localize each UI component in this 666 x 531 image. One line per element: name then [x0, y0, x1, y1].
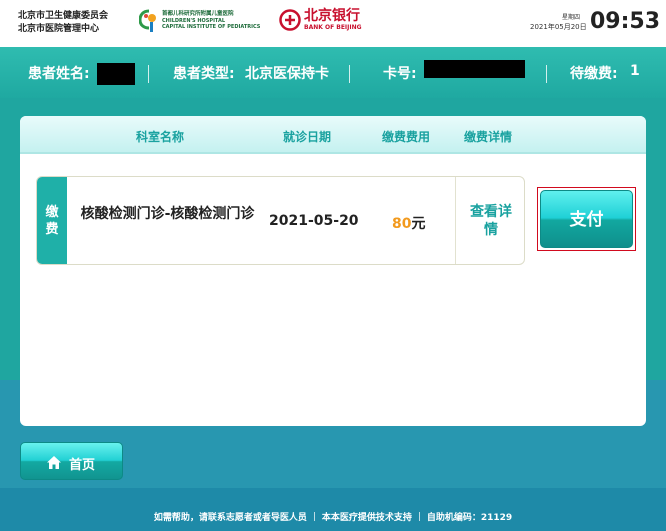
patient-info-bar: 患者姓名: 患者类型: 北京医保持卡 卡号: 待缴费: 1 — [0, 47, 666, 98]
clock-time: 09:53 — [590, 9, 661, 34]
payment-tag-label: 缴费 — [45, 205, 59, 237]
top-header: 北京市卫生健康委员会 北京市医院管理中心 首都儿科研究所附属儿童医院 CHILD… — [0, 0, 666, 47]
fee-number: 80 — [392, 216, 412, 232]
row-divider — [455, 177, 456, 264]
table-header: 科室名称 就诊日期 缴费费用 缴费详情 — [20, 116, 646, 154]
department-name: 核酸检测门诊-核酸检测门诊 — [80, 206, 255, 222]
footer-help: 如需帮助，请联系志愿者或者导医人员 — [153, 513, 307, 523]
footer-bar: 如需帮助，请联系志愿者或者导医人员 本本医疗提供技术支持 自助机编码：21129 — [0, 510, 666, 523]
weekday-label: 星期四 — [562, 14, 581, 21]
organization-name: 北京市卫生健康委员会 北京市医院管理中心 — [18, 10, 108, 36]
pay-button[interactable]: 支付 — [540, 190, 633, 248]
info-separator — [349, 65, 350, 83]
hospital-name: 首都儿科研究所附属儿童医院 CHILDREN'S HOSPITAL CAPITA… — [162, 11, 260, 31]
org-line-2: 北京市医院管理中心 — [18, 24, 100, 34]
org-line-1: 北京市卫生健康委员会 — [18, 11, 109, 21]
date-label: 2021年05月20日 — [530, 23, 587, 31]
patient-type-value: 北京医保持卡 — [245, 66, 329, 82]
fee-amount: 80元 — [392, 213, 425, 233]
hospital-logo-icon — [139, 9, 156, 32]
patient-type-label: 患者类型: — [173, 66, 235, 82]
visit-date: 2021-05-20 — [269, 213, 359, 229]
home-button-label: 首页 — [69, 458, 96, 473]
info-separator — [148, 65, 149, 83]
view-details-link[interactable]: 查看详情 — [465, 203, 517, 239]
card-number-redacted — [424, 60, 525, 78]
pending-fee-label: 待缴费: — [570, 66, 618, 82]
card-number-label: 卡号: — [383, 66, 417, 82]
bank-name-en: BANK OF BEIJING — [304, 24, 362, 31]
footer-separator — [418, 512, 420, 521]
home-icon — [47, 456, 61, 469]
home-button[interactable]: 首页 — [20, 442, 123, 480]
payment-row: 缴费 核酸检测门诊-核酸检测门诊 2021-05-20 80元 查看详情 — [36, 176, 525, 265]
footer-separator — [313, 512, 315, 521]
fee-unit: 元 — [411, 216, 426, 232]
patient-name-label: 患者姓名: — [28, 66, 90, 82]
column-visit-date: 就诊日期 — [283, 130, 332, 144]
footer-kiosk-code: 自助机编码：21129 — [426, 513, 513, 523]
payment-tag: 缴费 — [37, 177, 67, 264]
patient-name-redacted — [97, 63, 135, 85]
bank-name: 北京银行 BANK OF BEIJING — [304, 8, 362, 32]
column-details: 缴费详情 — [464, 130, 513, 144]
bank-name-cn: 北京银行 — [304, 8, 360, 24]
payment-panel: 科室名称 就诊日期 缴费费用 缴费详情 缴费 核酸检测门诊-核酸检测门诊 202… — [20, 116, 646, 426]
hospital-name-en-2: CAPITAL INSTITUTE OF PEDIATRICS — [162, 24, 261, 30]
pending-fee-count: 1 — [630, 63, 640, 79]
column-department: 科室名称 — [136, 130, 185, 144]
footer-support: 本本医疗提供技术支持 — [321, 513, 412, 523]
column-fee: 缴费费用 — [382, 130, 431, 144]
bank-logo-icon — [279, 9, 301, 31]
info-separator — [546, 65, 547, 83]
